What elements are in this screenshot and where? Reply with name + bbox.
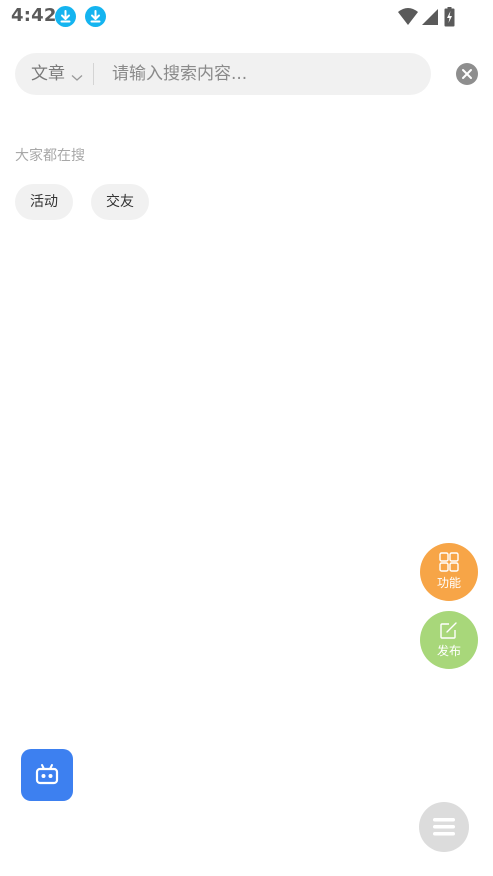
status-bar: 4:42 (0, 0, 493, 34)
function-button-label: 功能 (436, 576, 461, 590)
edit-icon (439, 620, 459, 640)
robot-icon (35, 764, 59, 785)
post-button-label: 发布 (436, 644, 461, 658)
function-button[interactable]: 功能 (420, 543, 478, 601)
menu-icon (433, 818, 455, 836)
search-screen: 4:42 文章 请输入搜索内容... 大家都在搜 活动 交友 功能 发布 (0, 0, 493, 876)
post-button[interactable]: 发布 (420, 611, 478, 669)
chevron-down-icon[interactable] (71, 68, 83, 87)
search-divider (93, 63, 94, 85)
battery-charging-icon (444, 7, 455, 31)
search-bar: 文章 (15, 53, 431, 95)
system-icons (398, 7, 458, 27)
search-input[interactable] (108, 53, 412, 95)
hot-search-tag[interactable]: 交友 (91, 184, 149, 220)
download-icon (85, 6, 106, 27)
search-type-selector[interactable]: 文章 (31, 53, 65, 95)
status-time: 4:42 (11, 5, 57, 26)
menu-button[interactable] (419, 802, 469, 852)
hot-search-tag[interactable]: 活动 (15, 184, 73, 220)
grid-icon (439, 552, 459, 572)
signal-icon (420, 7, 439, 31)
wifi-icon (397, 7, 419, 31)
assistant-bot-button[interactable] (21, 749, 73, 801)
hot-searches-title: 大家都在搜 (15, 148, 85, 164)
download-icon (55, 6, 76, 27)
clear-search-button[interactable] (456, 63, 478, 85)
close-icon (462, 69, 472, 79)
